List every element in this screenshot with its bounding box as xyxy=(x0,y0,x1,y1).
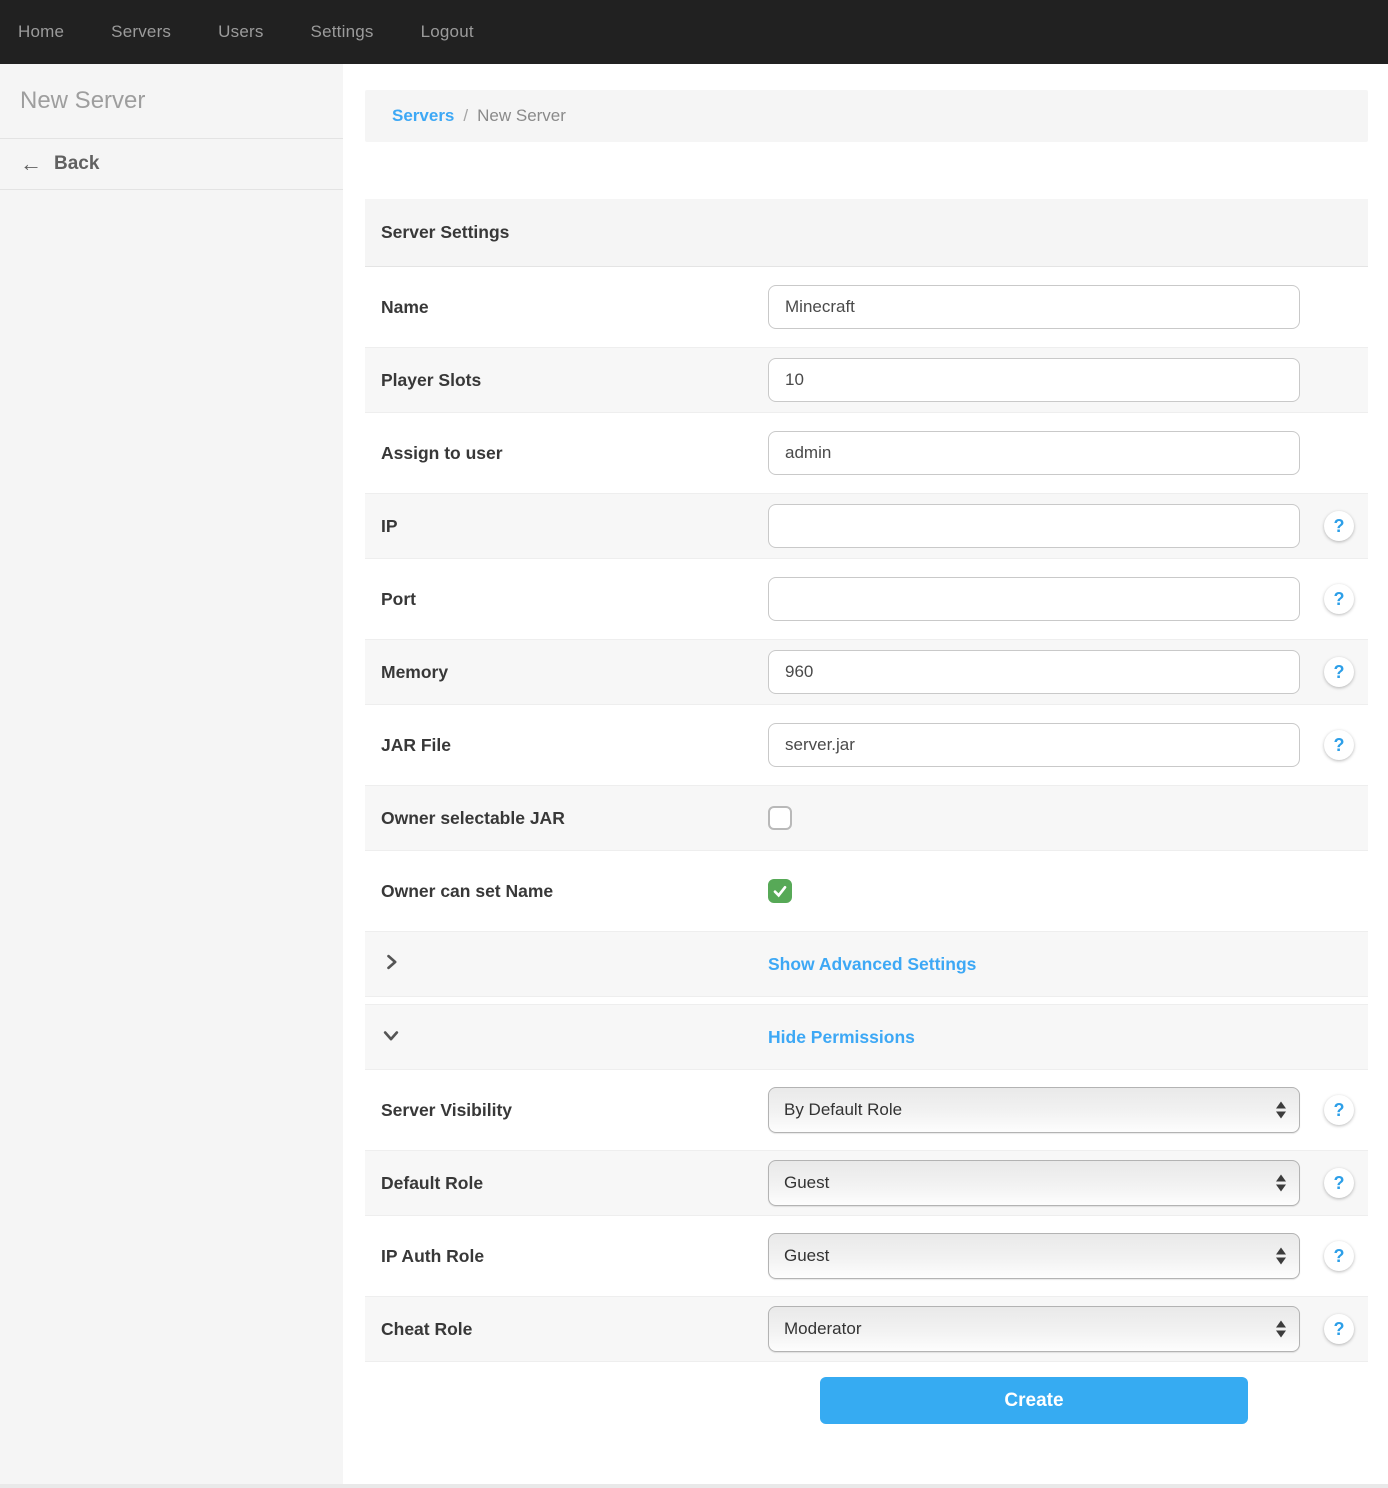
page-bottom-strip xyxy=(0,1484,1388,1488)
form-row-ip: IP ? xyxy=(365,493,1368,559)
form-row-show-advanced: Show Advanced Settings xyxy=(365,931,1368,997)
select-arrows-icon xyxy=(1276,1102,1286,1119)
server-visibility-selected-value: By Default Role xyxy=(784,1100,902,1120)
ip-auth-role-selected-value: Guest xyxy=(784,1246,829,1266)
nav-item-servers[interactable]: Servers xyxy=(111,22,171,42)
owner-can-set-name-label: Owner can set Name xyxy=(381,881,768,902)
jar-file-help-icon[interactable]: ? xyxy=(1324,730,1354,760)
sidebar: New Server ← Back xyxy=(0,64,343,1488)
memory-label: Memory xyxy=(381,662,768,683)
port-help-icon[interactable]: ? xyxy=(1324,584,1354,614)
hide-permissions-link[interactable]: Hide Permissions xyxy=(768,1027,915,1048)
ip-label: IP xyxy=(381,516,768,537)
create-button[interactable]: Create xyxy=(820,1377,1248,1424)
owner-selectable-jar-label: Owner selectable JAR xyxy=(381,808,768,829)
breadcrumb-separator: / xyxy=(463,106,468,126)
back-arrow-icon: ← xyxy=(20,153,42,175)
nav-item-users[interactable]: Users xyxy=(218,22,263,42)
form-row-cheat-role: Cheat Role Moderator ? xyxy=(365,1296,1368,1362)
cheat-role-help-icon[interactable]: ? xyxy=(1324,1314,1354,1344)
form-row-assign-to-user: Assign to user xyxy=(365,420,1368,486)
form-row-jar-file: JAR File ? xyxy=(365,712,1368,778)
memory-help-icon[interactable]: ? xyxy=(1324,657,1354,687)
cheat-role-label: Cheat Role xyxy=(381,1319,768,1340)
section-header-row: Server Settings xyxy=(365,199,1368,267)
server-visibility-select[interactable]: By Default Role xyxy=(768,1087,1300,1133)
owner-can-set-name-checkbox[interactable] xyxy=(768,879,792,903)
form-row-ip-auth-role: IP Auth Role Guest ? xyxy=(365,1223,1368,1289)
breadcrumb-current-page: New Server xyxy=(477,106,566,126)
sidebar-page-title: New Server xyxy=(0,64,343,139)
server-visibility-label: Server Visibility xyxy=(381,1100,768,1121)
chevron-down-icon xyxy=(381,1025,401,1045)
player-slots-input[interactable] xyxy=(768,358,1300,402)
top-navbar: Home Servers Users Settings Logout xyxy=(0,0,1388,64)
default-role-selected-value: Guest xyxy=(784,1173,829,1193)
ip-help-icon[interactable]: ? xyxy=(1324,511,1354,541)
form-row-owner-can-set-name: Owner can set Name xyxy=(365,858,1368,924)
form-row-port: Port ? xyxy=(365,566,1368,632)
create-button-row: Create xyxy=(365,1377,1368,1424)
chevron-right-icon xyxy=(381,952,401,972)
nav-item-home[interactable]: Home xyxy=(18,22,64,42)
cheat-role-selected-value: Moderator xyxy=(784,1319,861,1339)
form-row-default-role: Default Role Guest ? xyxy=(365,1150,1368,1216)
select-arrows-icon xyxy=(1276,1248,1286,1265)
port-label: Port xyxy=(381,589,768,610)
breadcrumb: Servers / New Server xyxy=(365,90,1368,142)
main-layout: New Server ← Back Servers / New Server S… xyxy=(0,64,1388,1488)
nav-item-logout[interactable]: Logout xyxy=(421,22,474,42)
memory-input[interactable] xyxy=(768,650,1300,694)
name-input[interactable] xyxy=(768,285,1300,329)
form-row-hide-permissions: Hide Permissions xyxy=(365,1004,1368,1070)
default-role-select[interactable]: Guest xyxy=(768,1160,1300,1206)
jar-file-input[interactable] xyxy=(768,723,1300,767)
select-arrows-icon xyxy=(1276,1321,1286,1338)
show-advanced-settings-link[interactable]: Show Advanced Settings xyxy=(768,954,976,975)
form-row-name: Name xyxy=(365,274,1368,340)
cheat-role-select[interactable]: Moderator xyxy=(768,1306,1300,1352)
back-label: Back xyxy=(54,153,99,175)
form-row-memory: Memory ? xyxy=(365,639,1368,705)
sidebar-back-button[interactable]: ← Back xyxy=(0,139,343,190)
check-icon xyxy=(772,883,788,899)
select-arrows-icon xyxy=(1276,1175,1286,1192)
ip-auth-role-select[interactable]: Guest xyxy=(768,1233,1300,1279)
ip-input[interactable] xyxy=(768,504,1300,548)
server-settings-panel: Server Settings Name Player Slots Assign… xyxy=(365,199,1368,1424)
owner-selectable-jar-checkbox[interactable] xyxy=(768,806,792,830)
assign-to-user-input[interactable] xyxy=(768,431,1300,475)
form-row-server-visibility: Server Visibility By Default Role ? xyxy=(365,1077,1368,1143)
ip-auth-role-label: IP Auth Role xyxy=(381,1246,768,1267)
content-area: Servers / New Server Server Settings Nam… xyxy=(343,64,1388,1488)
default-role-label: Default Role xyxy=(381,1173,768,1194)
port-input[interactable] xyxy=(768,577,1300,621)
nav-item-settings[interactable]: Settings xyxy=(311,22,374,42)
form-row-player-slots: Player Slots xyxy=(365,347,1368,413)
ip-auth-role-help-icon[interactable]: ? xyxy=(1324,1241,1354,1271)
server-visibility-help-icon[interactable]: ? xyxy=(1324,1095,1354,1125)
section-title: Server Settings xyxy=(381,222,509,243)
assign-to-user-label: Assign to user xyxy=(381,443,768,464)
jar-file-label: JAR File xyxy=(381,735,768,756)
default-role-help-icon[interactable]: ? xyxy=(1324,1168,1354,1198)
breadcrumb-servers-link[interactable]: Servers xyxy=(392,106,454,126)
player-slots-label: Player Slots xyxy=(381,370,768,391)
name-label: Name xyxy=(381,297,768,318)
form-row-owner-selectable-jar: Owner selectable JAR xyxy=(365,785,1368,851)
